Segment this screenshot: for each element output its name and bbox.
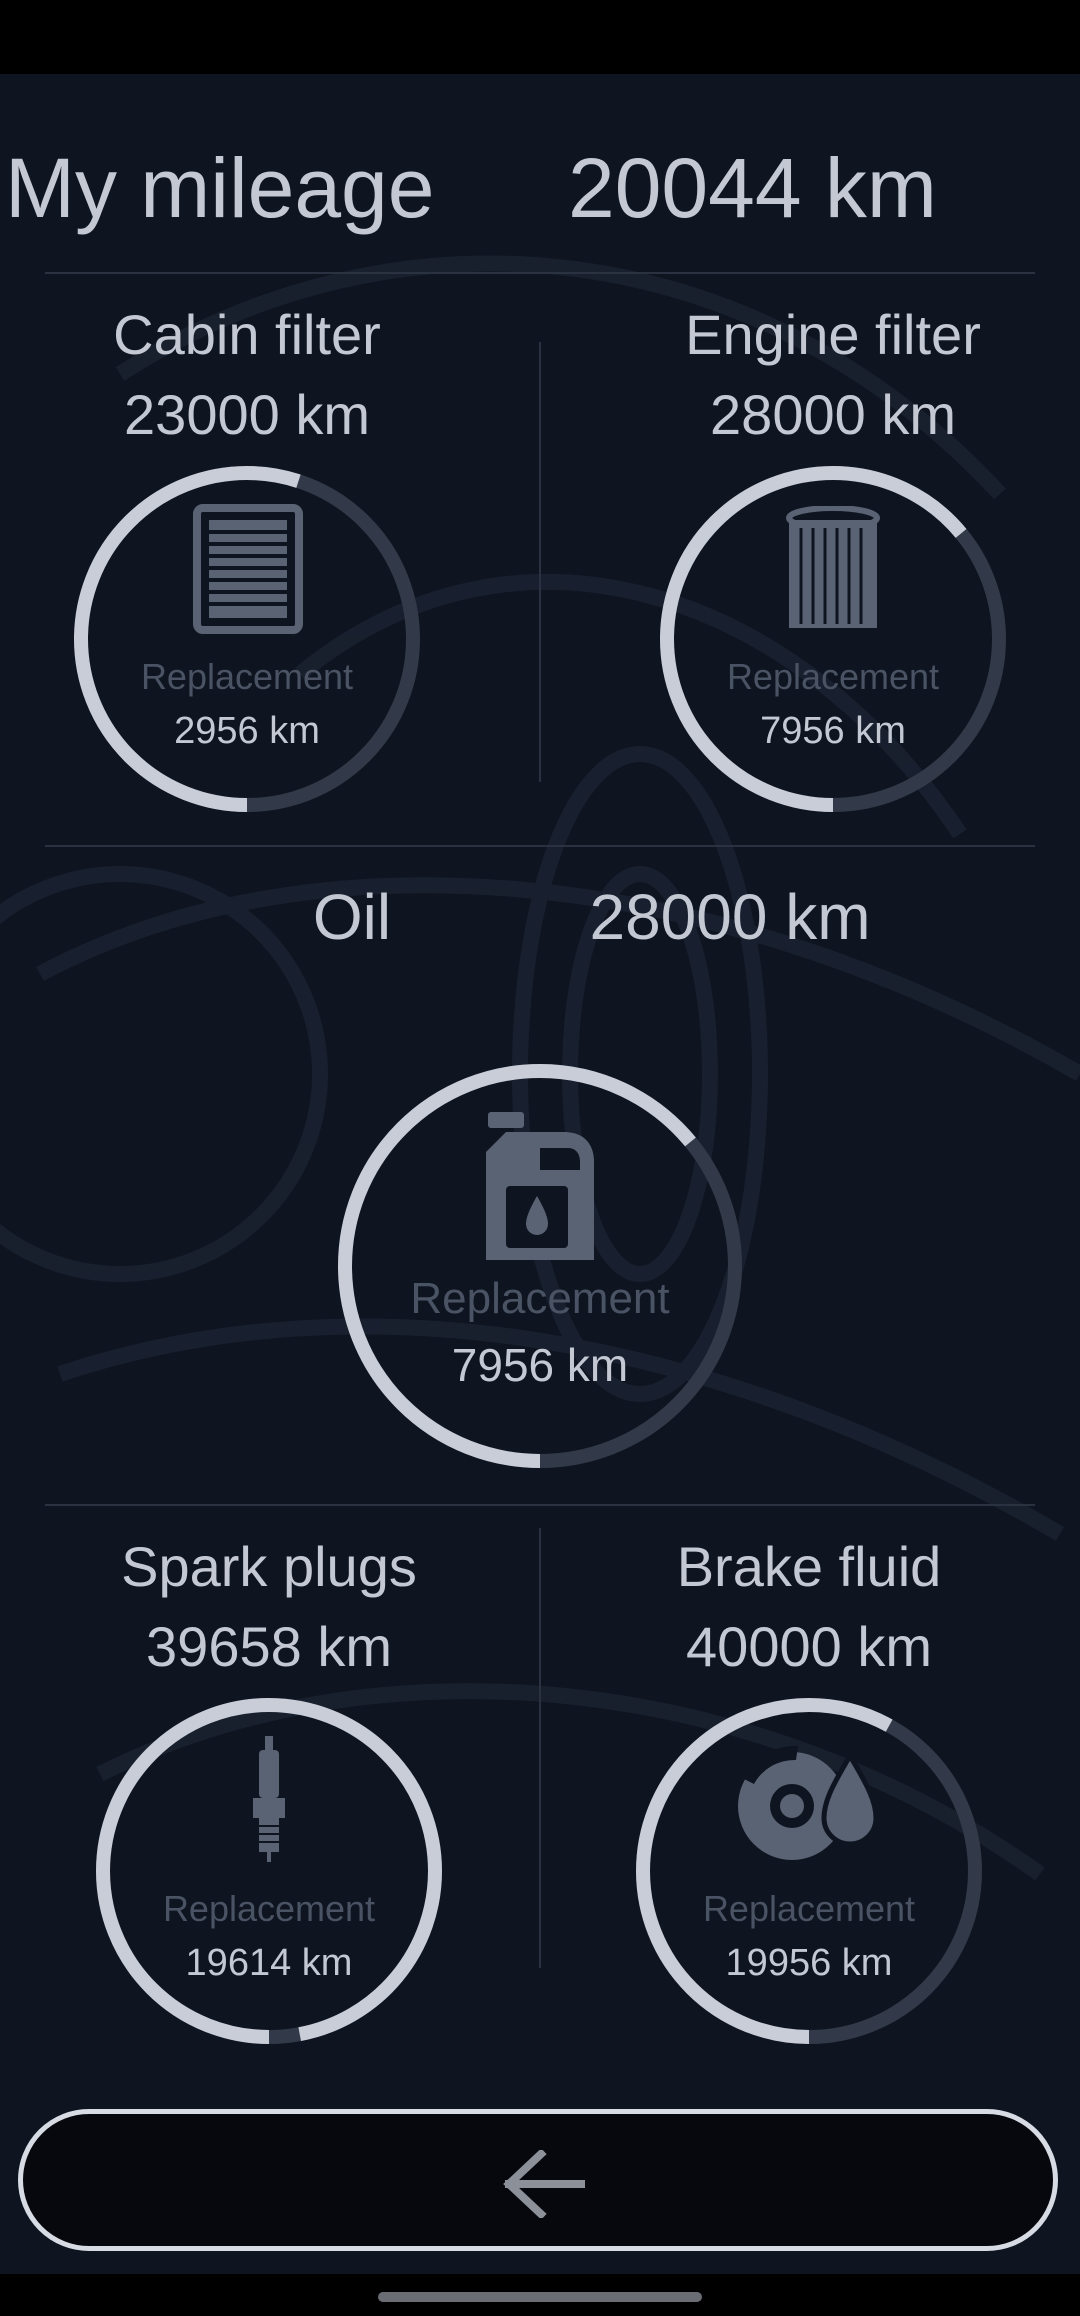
engine-filter-remaining: 7956 km (760, 710, 906, 752)
spark-plugs-interval: 39658 km (146, 1615, 392, 1678)
engine-filter-icon (786, 506, 880, 628)
back-button[interactable] (18, 2109, 1058, 2251)
spark-plugs-remaining: 19614 km (185, 1942, 353, 1984)
brake-fluid-remaining: 19956 km (725, 1942, 893, 1984)
spark-plugs-title: Spark plugs (121, 1535, 417, 1598)
replacement-label: Replacement (140, 656, 354, 697)
replacement-label: Replacement (726, 656, 940, 697)
arrow-left-icon (503, 2150, 585, 2218)
mileage-label: My mileage (5, 141, 435, 235)
divider (45, 272, 1035, 274)
home-gesture-bar[interactable] (378, 2292, 702, 2302)
engine-filter-gauge: Replacement 7956 km (658, 464, 1008, 814)
engine-filter-interval: 28000 km (710, 383, 956, 446)
oil-gauge: Replacement 7956 km (336, 1062, 744, 1470)
spark-plugs-gauge: Replacement 19614 km (94, 1696, 444, 2046)
divider (45, 1504, 1035, 1506)
brake-fluid-gauge: Replacement 19956 km (634, 1696, 984, 2046)
divider (539, 342, 541, 782)
divider (45, 845, 1035, 847)
mileage-value: 20044 km (568, 141, 937, 235)
status-bar (0, 0, 1080, 74)
divider (539, 1528, 541, 1968)
oil-canister-icon (486, 1112, 594, 1260)
engine-filter-title: Engine filter (685, 303, 981, 366)
cabin-filter-icon (193, 504, 303, 634)
oil-title: Oil (312, 881, 392, 953)
cabin-filter-gauge: Replacement 2956 km (72, 464, 422, 814)
replacement-label: Replacement (410, 1274, 670, 1323)
replacement-label: Replacement (162, 1888, 376, 1929)
cabin-filter-title: Cabin filter (113, 303, 381, 366)
cabin-filter-interval: 23000 km (124, 383, 370, 446)
oil-interval: 28000 km (589, 881, 871, 953)
replacement-label: Replacement (702, 1888, 916, 1929)
brake-fluid-icon (738, 1745, 879, 1860)
spark-plug-icon (253, 1736, 285, 1862)
cabin-filter-remaining: 2956 km (174, 710, 320, 752)
brake-fluid-title: Brake fluid (676, 1535, 942, 1598)
oil-remaining: 7956 km (451, 1339, 629, 1391)
brake-fluid-interval: 40000 km (686, 1615, 932, 1678)
main-content: My mileage 20044 km Cabin filter 23000 k… (0, 74, 1080, 2274)
